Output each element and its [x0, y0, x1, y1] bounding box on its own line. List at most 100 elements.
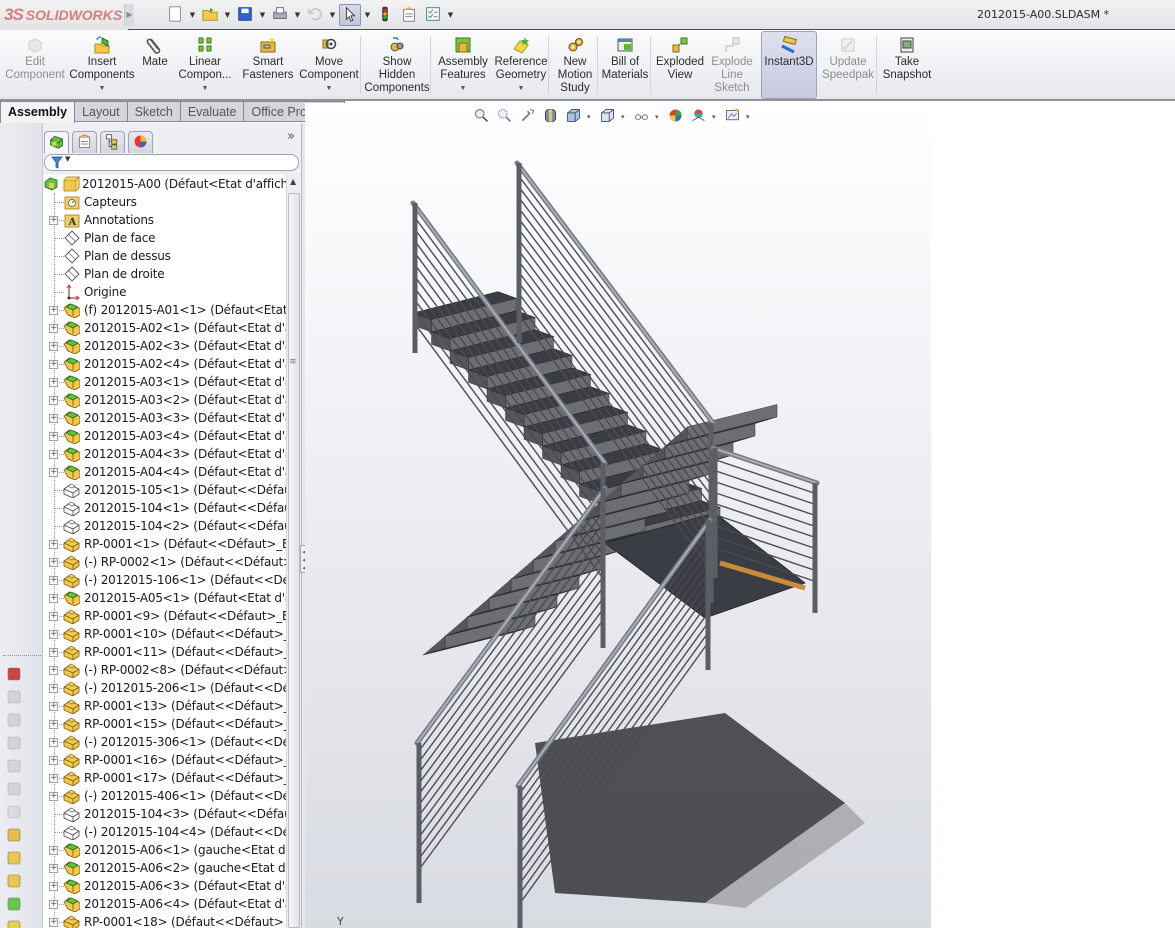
zoom-to-area-button[interactable] — [495, 108, 514, 126]
tree-item[interactable]: + (-) 2012015-106<1> (Défaut<<Défaut> — [43, 571, 286, 589]
tree-item[interactable]: Plan de face — [43, 229, 286, 247]
tree-filter-input[interactable]: ▼ — [44, 154, 299, 171]
show-hidden-components-button[interactable]: Show Hidden Components — [364, 32, 430, 98]
graphics-area[interactable]: ▾ ▾ ▾ ▾ ▾ Y — [305, 103, 1175, 928]
tree-item[interactable]: +2012015-A03<1> (Défaut<Etat d'affich — [43, 373, 286, 391]
tree-item[interactable]: +2012015-A04<4> (Défaut<Etat d'affich — [43, 463, 286, 481]
chevron-down-icon[interactable]: ▾ — [587, 113, 594, 121]
open-folder-button[interactable] — [199, 4, 221, 26]
chevron-down-icon[interactable]: ▾ — [746, 113, 753, 121]
undo-button[interactable] — [304, 4, 326, 26]
more-tabs-button[interactable]: » — [287, 129, 295, 144]
tree-item[interactable]: +2012015-A06<1> (gauche<Etat d'affic — [43, 841, 286, 859]
3d-sketch-icon[interactable] — [6, 665, 23, 682]
tree-item[interactable]: + (-) 2012015-406<1> (Défaut<<Défaut> — [43, 787, 286, 805]
tree-item[interactable]: +2012015-A02<1> (Défaut<Etat d'affich — [43, 319, 286, 337]
section-view-button[interactable] — [541, 108, 560, 126]
expand-toggle-icon[interactable]: + — [49, 342, 58, 351]
chevron-down-icon[interactable]: ▾ — [621, 113, 628, 121]
tree-scrollbar[interactable]: ▲ ≡ — [286, 175, 301, 928]
tree-item[interactable]: + (-) 2012015-306<1> (Défaut<<Défaut> — [43, 733, 286, 751]
tab-layout[interactable]: Layout — [75, 101, 128, 122]
tab-assembly[interactable]: Assembly — [0, 101, 76, 123]
chevron-down-icon[interactable]: ▼ — [326, 84, 333, 94]
print-button[interactable] — [269, 4, 291, 26]
tree-item[interactable]: + RP-0001<11> (Défaut<<Défaut>_Etat — [43, 643, 286, 661]
chevron-down-icon[interactable]: ▼ — [202, 84, 209, 94]
tree-item[interactable]: + (-) RP-0002<1> (Défaut<<Défaut>_Eta — [43, 553, 286, 571]
chevron-down-icon[interactable]: ▼ — [460, 84, 467, 94]
tree-item[interactable]: + RP-0001<16> (Défaut<<Défaut>_Etat — [43, 751, 286, 769]
tab-displaymanager[interactable] — [128, 131, 153, 153]
expand-toggle-icon[interactable]: + — [49, 468, 58, 477]
staircase-model[interactable] — [305, 103, 1175, 928]
update-speedpak-button[interactable]: Update Speedpak — [820, 32, 876, 98]
tree-root-item[interactable]: 2012015-A00 (Défaut<Etat d'affichage — [43, 175, 286, 193]
component-icon[interactable] — [6, 895, 23, 912]
edit-appearance-button[interactable] — [666, 108, 685, 126]
chevron-down-icon[interactable]: ▼ — [518, 84, 525, 94]
print-dropdown-arrow[interactable]: ▼ — [293, 11, 302, 19]
chevron-down-icon[interactable]: ▼ — [99, 84, 106, 94]
save-dropdown-arrow[interactable]: ▼ — [258, 11, 267, 19]
tree-item[interactable]: + RP-0001<10> (Défaut<<Défaut>_Etat — [43, 625, 286, 643]
chevron-down-icon[interactable]: ▾ — [712, 113, 719, 121]
view-orientation-button[interactable] — [564, 108, 583, 126]
tree-item[interactable]: +2012015-A02<3> (Défaut<Etat d'affich — [43, 337, 286, 355]
tree-item[interactable]: + (f) 2012015-A01<1> (Défaut<Etat d'aff — [43, 301, 286, 319]
expand-toggle-icon[interactable]: + — [49, 882, 58, 891]
display-style-button[interactable] — [598, 108, 617, 126]
mate-button[interactable]: Mate — [138, 32, 172, 98]
expand-toggle-icon[interactable]: + — [49, 720, 58, 729]
move-component-button[interactable]: Move Component ▼ — [298, 32, 360, 98]
zoom-to-fit-button[interactable] — [472, 108, 491, 126]
new-document-button[interactable] — [164, 4, 186, 26]
expand-toggle-icon[interactable]: + — [49, 558, 58, 567]
tree-item[interactable]: + RP-0001<15> (Défaut<<Défaut>_Etat — [43, 715, 286, 733]
tree-item[interactable]: + RP-0001<18> (Défaut<<Défaut>_Etat — [43, 913, 286, 928]
scroll-up-arrow[interactable]: ▲ — [290, 177, 296, 186]
expand-toggle-icon[interactable]: + — [49, 666, 58, 675]
tree-item[interactable]: +2012015-A06<3> (Défaut<Etat d'affich — [43, 877, 286, 895]
tree-item[interactable]: + (-) 2012015-206<1> (Défaut<<Défaut> — [43, 679, 286, 697]
mate-reference-icon[interactable] — [6, 872, 23, 889]
rebuild-traffic-light-button[interactable] — [374, 4, 396, 26]
tree-item[interactable]: Origine — [43, 283, 286, 301]
assembly-features-button[interactable]: Assembly Features ▼ — [436, 32, 490, 98]
expand-toggle-icon[interactable]: + — [49, 216, 58, 225]
tree-item[interactable]: 2012015-104<1> (Défaut<<Défaut>_Et — [43, 499, 286, 517]
chevron-down-icon[interactable]: ▾ — [655, 113, 662, 121]
tree-item[interactable]: +2012015-A06<2> (gauche<Etat d'affic — [43, 859, 286, 877]
tab-propertymanager[interactable] — [72, 131, 97, 153]
tree-item[interactable]: +2012015-A05<1> (Défaut<Etat d'affich — [43, 589, 286, 607]
extrude-cut-icon[interactable] — [6, 849, 23, 866]
chamfer-icon[interactable] — [6, 803, 23, 820]
tree-item[interactable]: + A Annotations — [43, 211, 286, 229]
tree-item[interactable]: 2012015-105<1> (Défaut<<Défaut>_Et — [43, 481, 286, 499]
insert-components-button[interactable]: Insert Components ▼ — [68, 32, 136, 98]
tree-item[interactable]: +2012015-A03<3> (Défaut<Etat d'affich — [43, 409, 286, 427]
tree-item[interactable]: Plan de dessus — [43, 247, 286, 265]
expand-toggle-icon[interactable]: + — [49, 414, 58, 423]
expand-toggle-icon[interactable]: + — [49, 378, 58, 387]
expand-toggle-icon[interactable]: + — [49, 540, 58, 549]
smart-fasteners-button[interactable]: Smart Fasteners — [240, 32, 296, 98]
expand-toggle-icon[interactable]: + — [49, 594, 58, 603]
tab-evaluate[interactable]: Evaluate — [180, 101, 245, 122]
filter-icon[interactable] — [51, 156, 63, 172]
weld-bead-icon[interactable] — [6, 688, 23, 705]
select-arrow-dropdown-arrow[interactable]: ▼ — [363, 11, 372, 19]
tree-item[interactable]: 2012015-104<2> (Défaut<<Défaut>_Et — [43, 517, 286, 535]
tree-item[interactable]: (-) 2012015-104<4> (Défaut<<Défaut> — [43, 823, 286, 841]
cavity-icon[interactable] — [6, 711, 23, 728]
hide-show-items-button[interactable] — [632, 108, 651, 126]
menu-flyout-arrow[interactable]: ▶ — [124, 4, 134, 26]
take-snapshot-button[interactable]: Take Snapshot — [880, 32, 934, 98]
expand-toggle-icon[interactable]: + — [49, 702, 58, 711]
strip-grip[interactable] — [3, 655, 41, 657]
expand-toggle-icon[interactable]: + — [49, 432, 58, 441]
expand-toggle-icon[interactable]: + — [49, 918, 58, 927]
sketch-plane-icon[interactable] — [6, 826, 23, 843]
previous-view-button[interactable] — [518, 108, 537, 126]
shell-icon[interactable] — [6, 757, 23, 774]
